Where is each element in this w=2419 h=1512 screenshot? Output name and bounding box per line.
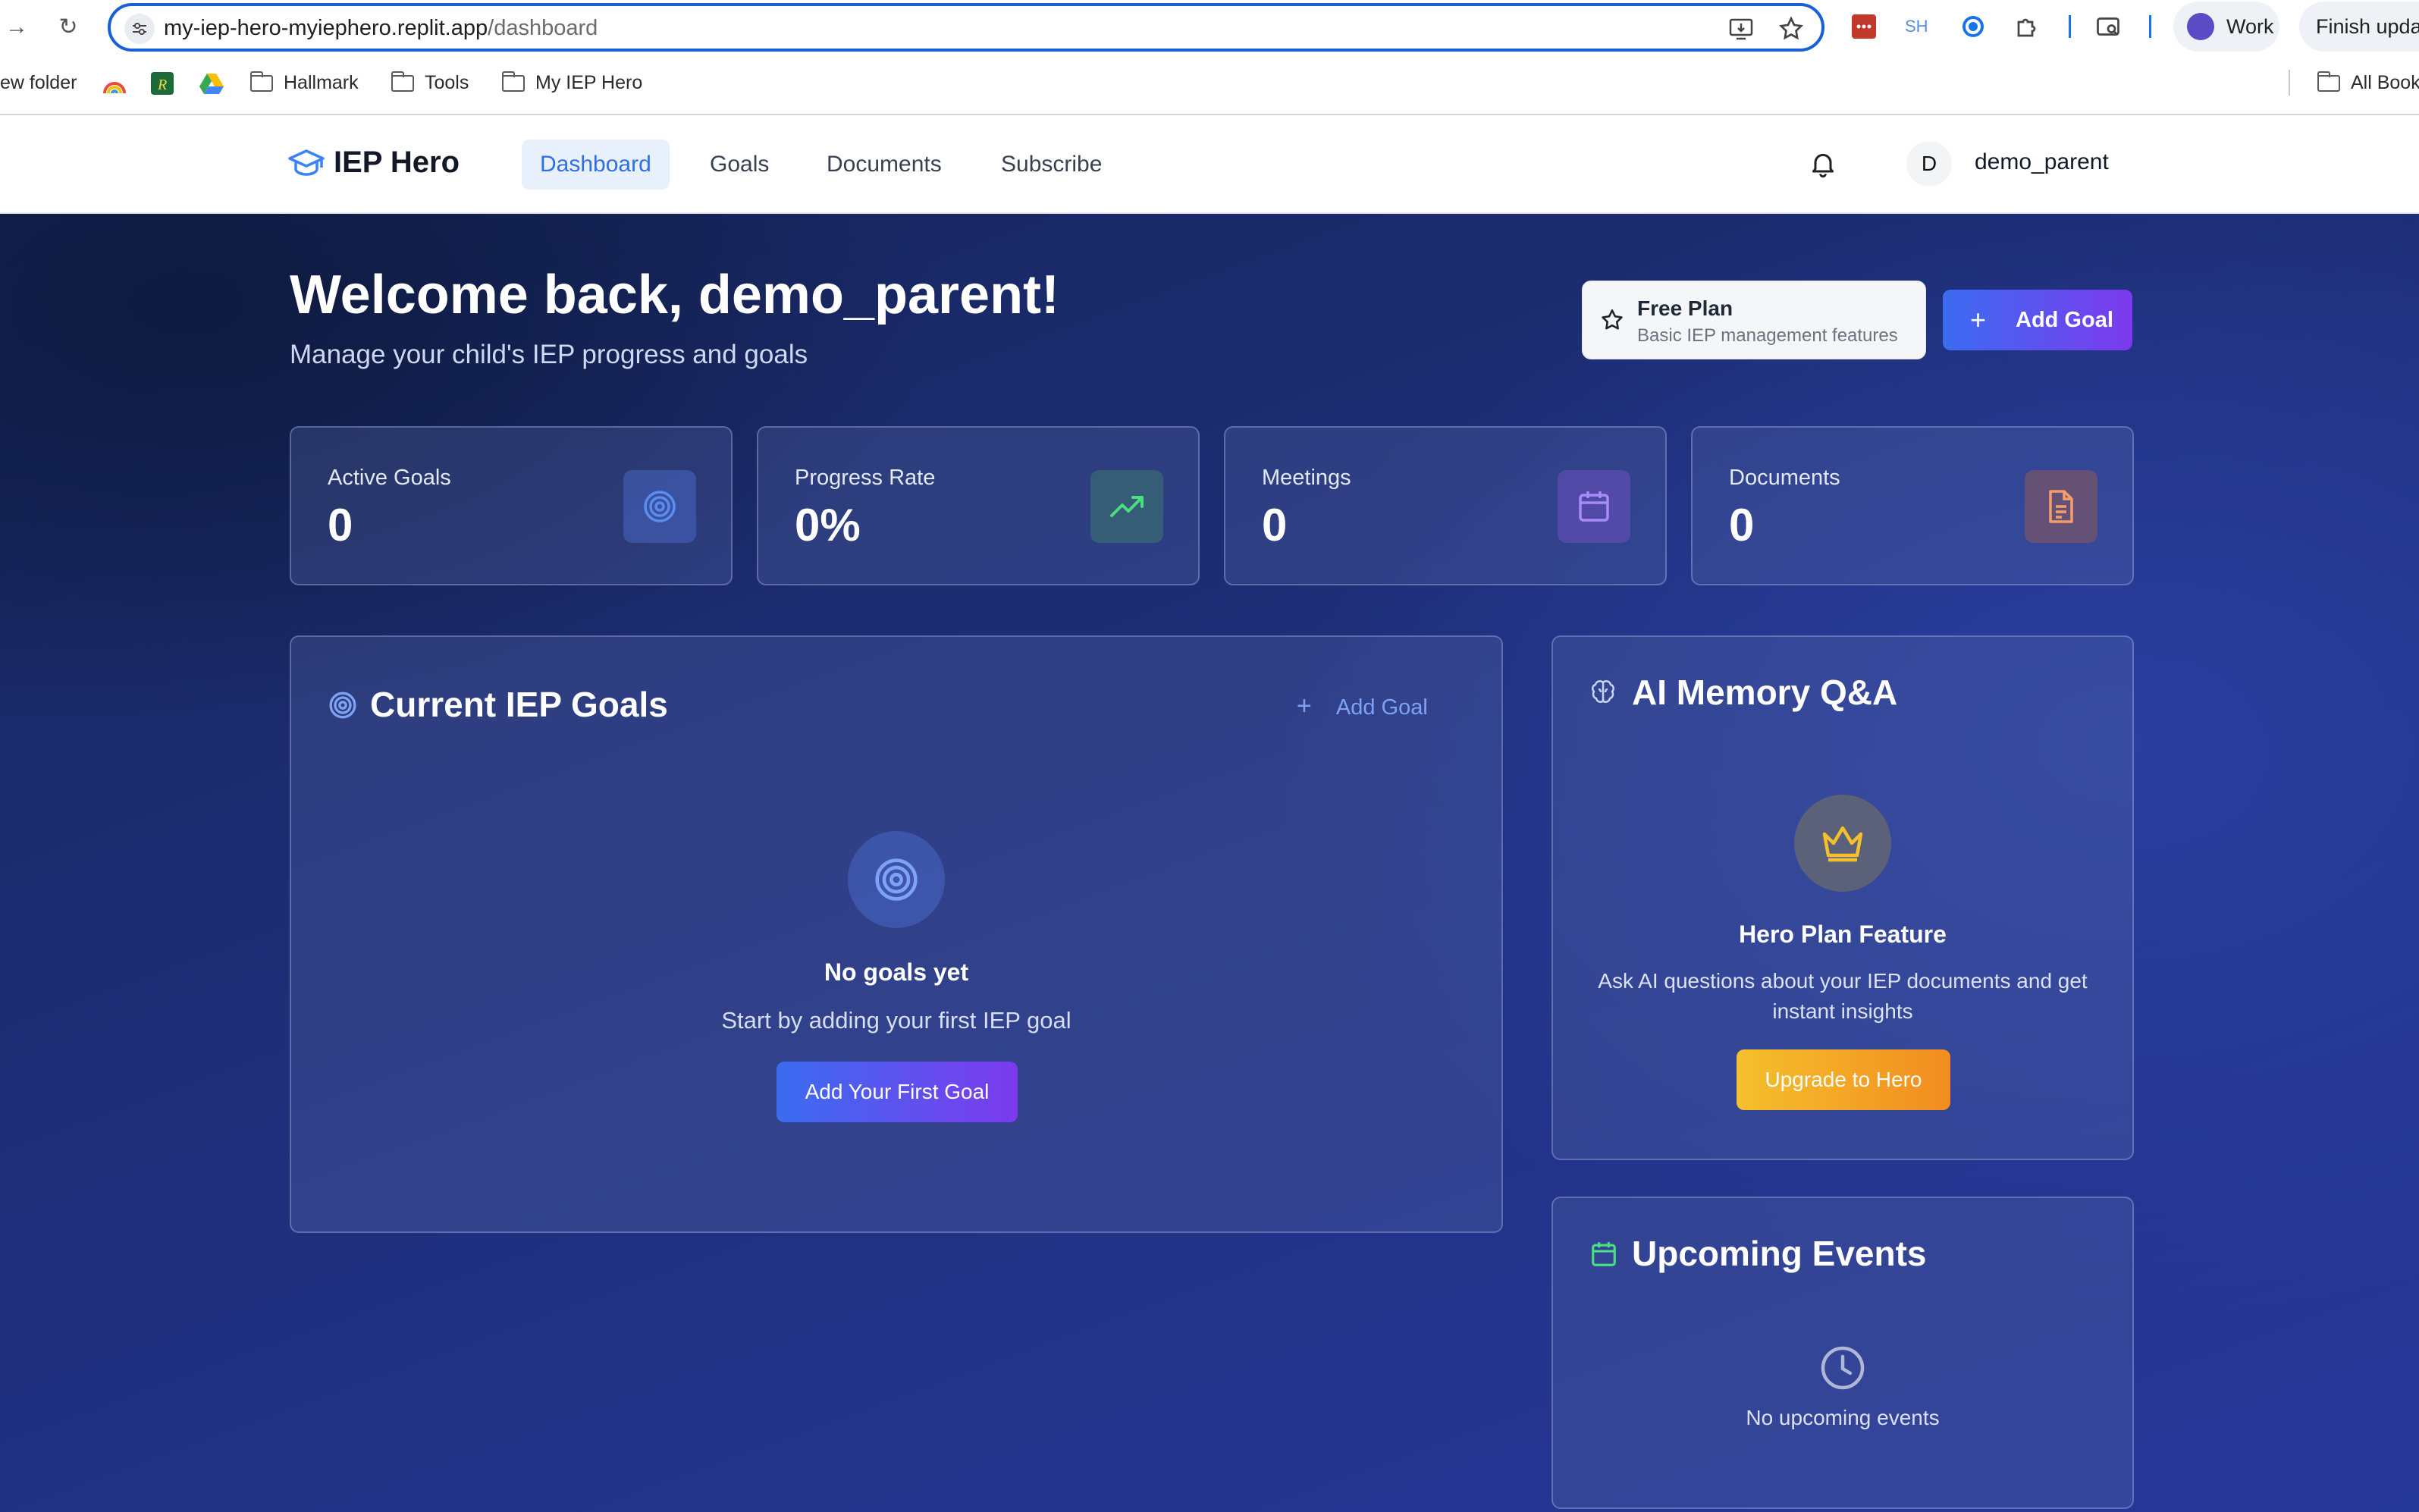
forward-button[interactable]: → [0, 11, 33, 44]
stat-card-active-goals: Active Goals 0 [290, 426, 733, 585]
target-icon [328, 690, 358, 724]
stat-label: Meetings [1262, 466, 1351, 490]
stat-card-meetings: Meetings 0 [1224, 426, 1667, 585]
empty-state-text: Start by adding your first IEP goal [721, 1007, 1071, 1034]
bookmark-new-folder[interactable]: ew folder [0, 65, 77, 100]
site-settings-icon[interactable] [124, 14, 155, 44]
stat-card-progress-rate: Progress Rate 0% [757, 426, 1200, 585]
browser-chrome: → ↻ my-iep-hero-myiephero.replit.app/das… [0, 0, 2419, 115]
bookmarks-divider [2289, 70, 2290, 96]
bookmark-star-icon[interactable] [1777, 15, 1805, 42]
brand-logo[interactable]: IEP Hero [288, 146, 460, 180]
stat-label: Documents [1729, 466, 1840, 490]
username[interactable]: demo_parent [1975, 149, 2109, 175]
bookmark-hallmark[interactable]: Hallmark [250, 65, 359, 100]
install-app-icon[interactable] [1727, 15, 1755, 42]
extension-red-icon[interactable] [1850, 13, 1878, 40]
calendar-icon [1558, 470, 1630, 543]
upgrade-to-hero-button[interactable]: Upgrade to Hero [1737, 1049, 1950, 1110]
add-first-goal-button[interactable]: Add Your First Goal [777, 1062, 1018, 1122]
notifications-bell-icon[interactable] [1808, 149, 1838, 179]
folder-icon [391, 71, 414, 92]
app-header: IEP Hero Dashboard Goals Documents Subsc… [0, 115, 2419, 214]
upcoming-events-panel: Upcoming Events No upcoming events [1551, 1197, 2134, 1509]
folder-icon [2317, 71, 2340, 92]
stat-label: Progress Rate [795, 466, 936, 490]
clock-icon [1818, 1344, 1867, 1396]
stat-label: Active Goals [328, 466, 451, 490]
goals-panel: Current IEP Goals + Add Goal No goals yet… [290, 635, 1503, 1233]
toolbar-divider [2149, 15, 2151, 38]
plan-badge[interactable]: Free Plan Basic IEP management features [1582, 281, 1926, 359]
drive-icon[interactable] [199, 65, 224, 100]
crown-icon [1794, 795, 1891, 892]
stat-value: 0 [1262, 500, 1288, 551]
stat-value: 0 [1729, 500, 1755, 551]
no-events-text: No upcoming events [1746, 1406, 1940, 1429]
all-bookmarks[interactable]: All Book [2317, 65, 2419, 100]
profile-label: Work [2226, 15, 2274, 38]
hero-feature-description: Ask AI questions about your IEP document… [1598, 969, 2088, 1023]
url-text: my-iep-hero-myiephero.replit.app/dashboa… [164, 16, 598, 40]
plan-name: Free Plan [1637, 296, 1733, 320]
add-goal-link[interactable]: + Add Goal [1297, 692, 1428, 721]
r-logo-icon[interactable]: R [150, 65, 174, 100]
extensions-puzzle-icon[interactable] [2014, 13, 2041, 40]
welcome-subtitle: Manage your child's IEP progress and goa… [290, 340, 808, 369]
tab-search-icon[interactable] [2094, 13, 2122, 40]
events-panel-title: Upcoming Events [1632, 1234, 1927, 1273]
address-bar[interactable]: my-iep-hero-myiephero.replit.app/dashboa… [108, 3, 1824, 52]
svg-text:R: R [157, 77, 167, 93]
update-label: Finish upda [2316, 15, 2419, 38]
profile-chip[interactable]: Work [2173, 2, 2279, 52]
folder-icon [502, 71, 525, 92]
document-icon [2025, 470, 2097, 543]
plus-icon: + [1297, 692, 1312, 720]
nav-goals[interactable]: Goals [692, 140, 787, 190]
welcome-title: Welcome back, demo_parent! [290, 265, 1059, 325]
update-chip[interactable]: Finish upda [2299, 2, 2419, 52]
graduation-cap-icon [288, 149, 325, 176]
calendar-icon [1589, 1239, 1618, 1273]
stat-value: 0% [795, 500, 861, 551]
stat-card-documents: Documents 0 [1691, 426, 2134, 585]
rainbow-icon[interactable] [102, 65, 127, 100]
reload-button[interactable]: ↻ [52, 11, 85, 44]
folder-icon [250, 71, 273, 92]
add-goal-button[interactable]: + Add Goal [1943, 290, 2132, 350]
star-icon [1602, 309, 1623, 330]
nav-subscribe[interactable]: Subscribe [983, 140, 1120, 190]
target-icon [623, 470, 696, 543]
extension-g-icon[interactable] [1959, 13, 1987, 40]
bookmark-my-iep-hero[interactable]: My IEP Hero [502, 65, 642, 100]
bookmarks-bar: ew folder R Hallmark Tools My IEP Hero A… [0, 65, 2419, 100]
ai-panel-title: AI Memory Q&A [1632, 673, 1898, 712]
nav-documents[interactable]: Documents [808, 140, 960, 190]
trending-up-icon [1090, 470, 1163, 543]
ai-memory-panel: AI Memory Q&A Hero Plan Feature Ask AI q… [1551, 635, 2134, 1160]
brain-icon [1588, 678, 1618, 712]
bookmark-tools[interactable]: Tools [391, 65, 469, 100]
extension-sh-icon[interactable]: SH [1905, 13, 1932, 40]
stat-value: 0 [328, 500, 353, 551]
plan-description: Basic IEP management features [1637, 325, 1898, 346]
user-avatar[interactable]: D [1906, 141, 1952, 187]
goals-panel-title: Current IEP Goals [370, 685, 668, 724]
target-icon [848, 831, 945, 928]
plus-icon: + [1970, 304, 1987, 335]
empty-state-title: No goals yet [824, 958, 969, 986]
profile-avatar-icon [2187, 13, 2214, 40]
toolbar-divider [2069, 15, 2071, 38]
nav-dashboard[interactable]: Dashboard [522, 140, 670, 190]
hero-feature-title: Hero Plan Feature [1739, 921, 1947, 948]
